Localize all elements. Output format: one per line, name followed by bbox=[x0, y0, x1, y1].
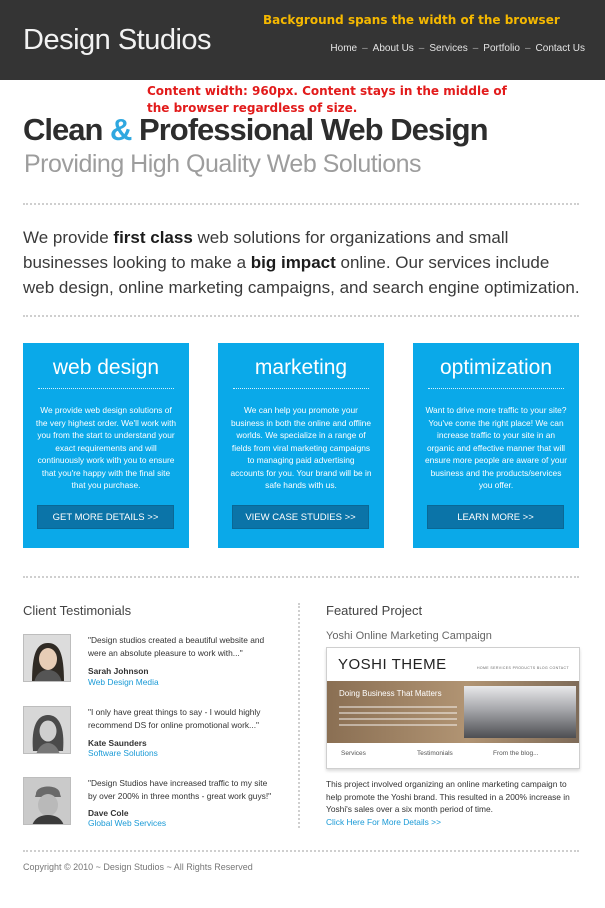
nav-portfolio[interactable]: Portfolio bbox=[483, 43, 520, 54]
divider bbox=[23, 850, 579, 852]
preview-nav: HOME SERVICES PRODUCTS BLOG CONTACT bbox=[476, 666, 569, 670]
service-divider bbox=[38, 388, 174, 389]
testimonial-name: Sarah Johnson bbox=[88, 666, 149, 676]
avatar-portrait-icon bbox=[24, 635, 70, 681]
preview-col-blog: From the blog... bbox=[493, 750, 539, 757]
intro-paragraph: We provide first class web solutions for… bbox=[23, 225, 583, 300]
testimonial-org-link[interactable]: Web Design Media bbox=[88, 677, 159, 687]
hero-title-part2: Professional Web Design bbox=[131, 112, 489, 147]
testimonial-quote: "Design Studios have increased traffic t… bbox=[88, 778, 272, 801]
preview-col-services: Services bbox=[341, 750, 366, 757]
testimonial-org-link[interactable]: Software Solutions bbox=[88, 748, 158, 758]
testimonial-quote: "I only have great things to say - I wou… bbox=[88, 707, 261, 730]
get-more-details-button[interactable]: GET MORE DETAILS >> bbox=[37, 505, 174, 529]
featured-project-screenshot[interactable]: YOSHI THEME HOME SERVICES PRODUCTS BLOG … bbox=[326, 647, 580, 769]
hero-title: Clean & Professional Web Design bbox=[23, 112, 489, 148]
service-title: web design bbox=[52, 356, 160, 379]
testimonial-name: Dave Cole bbox=[88, 808, 129, 818]
featured-title: Featured Project bbox=[326, 603, 423, 618]
nav-home[interactable]: Home bbox=[330, 43, 357, 54]
divider bbox=[23, 315, 579, 317]
preview-logo: YOSHI THEME bbox=[338, 656, 447, 673]
service-title: optimization bbox=[439, 356, 553, 379]
intro-bold: first class bbox=[113, 228, 193, 247]
nav-contact-us[interactable]: Contact Us bbox=[536, 43, 585, 54]
featured-description: This project involved organizing an onli… bbox=[326, 779, 570, 814]
nav-separator: – bbox=[362, 43, 368, 54]
site-logo[interactable]: Design Studios bbox=[23, 24, 212, 57]
preview-banner-text bbox=[339, 706, 457, 730]
nav-separator: – bbox=[524, 43, 531, 54]
service-description: We can help you promote your business in… bbox=[230, 405, 372, 490]
service-title: marketing bbox=[254, 356, 348, 379]
column-divider bbox=[298, 603, 300, 828]
service-description: Want to drive more traffic to your site?… bbox=[425, 405, 567, 490]
nav-separator: – bbox=[472, 43, 479, 54]
service-box-marketing: marketing We can help you promote your b… bbox=[218, 343, 384, 548]
nav-services[interactable]: Services bbox=[429, 43, 467, 54]
hero-title-part1: Clean bbox=[23, 112, 111, 147]
nav-about-us[interactable]: About Us bbox=[373, 43, 414, 54]
featured-details-link[interactable]: Click Here For More Details >> bbox=[326, 817, 441, 827]
preview-col-testimonials: Testimonials bbox=[417, 750, 453, 757]
avatar bbox=[23, 706, 71, 754]
avatar bbox=[23, 777, 71, 825]
learn-more-button[interactable]: LEARN MORE >> bbox=[427, 505, 564, 529]
preview-banner-heading: Doing Business That Matters bbox=[339, 689, 442, 698]
service-box-optimization: optimization Want to drive more traffic … bbox=[413, 343, 579, 548]
testimonial-org-link[interactable]: Global Web Services bbox=[88, 818, 166, 828]
divider bbox=[23, 576, 579, 578]
main-nav: Home – About Us – Services – Portfolio –… bbox=[330, 43, 585, 54]
view-case-studies-button[interactable]: VIEW CASE STUDIES >> bbox=[232, 505, 369, 529]
featured-project-name: Yoshi Online Marketing Campaign bbox=[326, 630, 492, 642]
testimonial-name: Kate Saunders bbox=[88, 738, 147, 748]
site-header: Design Studios Background spans the widt… bbox=[0, 0, 605, 80]
service-divider bbox=[428, 388, 564, 389]
hero-title-ampersand: & bbox=[110, 112, 132, 147]
testimonial-quote: "Design studios created a beautiful webs… bbox=[88, 635, 265, 658]
nav-separator: – bbox=[418, 43, 425, 54]
preview-photo bbox=[464, 686, 576, 738]
intro-bold: big impact bbox=[250, 253, 336, 272]
header-annotation: Background spans the width of the browse… bbox=[263, 13, 560, 27]
avatar-portrait-icon bbox=[24, 707, 70, 753]
divider bbox=[23, 203, 579, 205]
service-box-web-design: web design We provide web design solutio… bbox=[23, 343, 189, 548]
hero-subtitle: Providing High Quality Web Solutions bbox=[24, 150, 422, 178]
intro-text: We provide bbox=[23, 228, 114, 247]
service-divider bbox=[233, 388, 369, 389]
testimonials-title: Client Testimonials bbox=[23, 603, 132, 618]
service-description: We provide web design solutions of the v… bbox=[35, 405, 177, 490]
avatar-portrait-icon bbox=[24, 778, 70, 824]
footer-copyright: Copyright © 2010 ~ Design Studios ~ All … bbox=[23, 862, 253, 872]
avatar bbox=[23, 634, 71, 682]
